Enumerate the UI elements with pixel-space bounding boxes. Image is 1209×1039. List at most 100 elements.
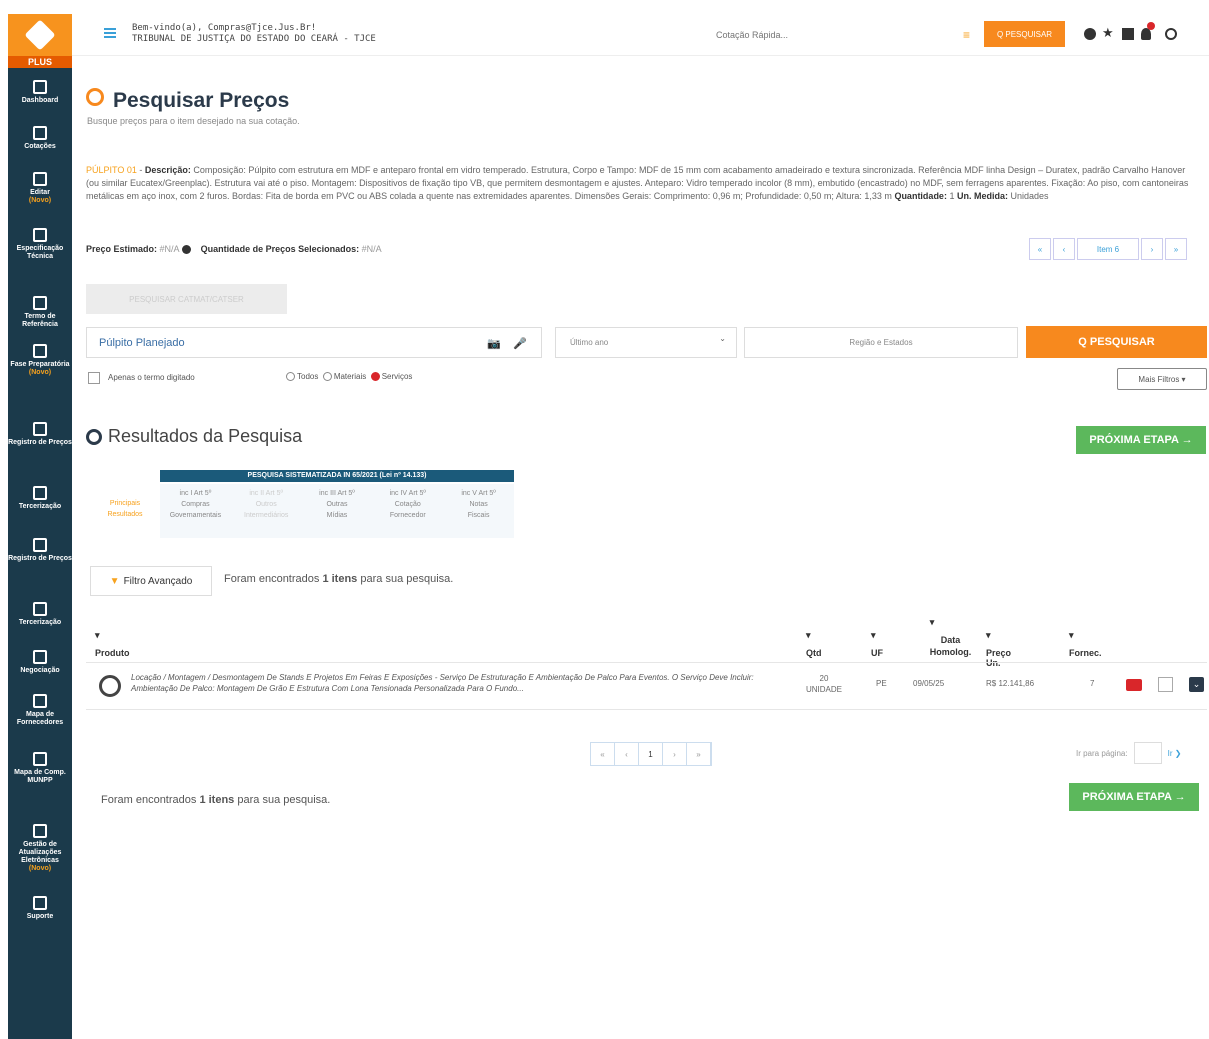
sidebar-item-icon <box>33 228 47 242</box>
next-page-button[interactable]: › <box>663 743 687 765</box>
sidebar-item[interactable]: Mapa de Comp. MUNPP <box>8 752 72 785</box>
found-suffix: para sua pesquisa. <box>237 794 331 806</box>
col-produto[interactable]: Produto ▾ <box>95 630 130 658</box>
found-count: 1 itens <box>199 794 235 806</box>
sidebar-item[interactable]: Editar (Novo) <box>8 172 72 205</box>
filter-icon: ▼ <box>109 575 120 587</box>
sistem-col-3[interactable]: inc III Art 5º Outras Mídias <box>302 484 373 538</box>
next-step-button-top[interactable]: PRÓXIMA ETAPA → <box>1076 426 1206 454</box>
page-number-input[interactable] <box>1133 742 1162 764</box>
logo-icon <box>24 19 56 51</box>
col-data[interactable]: Data Homolog. ▾ <box>908 616 972 657</box>
logo[interactable] <box>8 14 72 56</box>
region-select[interactable]: Região e Estados <box>744 327 1018 358</box>
prev-page-button[interactable]: ‹ <box>615 743 639 765</box>
remove-icon[interactable] <box>1126 679 1142 691</box>
cotacao-rapida-input[interactable] <box>710 24 960 46</box>
sidebar-item[interactable]: Especificação Técnica <box>8 228 72 261</box>
sidebar-item-icon <box>33 824 47 838</box>
radio-todos[interactable] <box>286 372 295 382</box>
plus-badge: PLUS <box>8 56 72 68</box>
more-filters-button[interactable]: Mais Filtros ▾ <box>1117 368 1207 390</box>
col-uf[interactable]: UF ▾ <box>871 630 883 658</box>
star-icon[interactable]: ★ <box>1102 25 1114 40</box>
sidebar-item[interactable]: Tercerização <box>8 486 72 511</box>
first-item-button[interactable]: « <box>1029 238 1051 260</box>
go-button[interactable]: Ir ❯ <box>1168 749 1182 758</box>
top-search-button[interactable]: Q PESQUISAR <box>984 21 1065 47</box>
sidebar-item-label: Registro de Preços <box>8 439 72 446</box>
topbar: Bem-vindo(a), Compras@Tjce.Jus.Br! TRIBU… <box>72 14 1209 56</box>
sistem-col-5[interactable]: inc V Art 5º Notas Fiscais <box>443 484 514 538</box>
price-summary: Preço Estimado: #N/A Quantidade de Preço… <box>86 244 382 255</box>
unit-value: Unidades <box>1010 191 1049 201</box>
found-prefix: Foram encontrados <box>101 794 197 806</box>
found-count-bottom: Foram encontrados 1 itens para sua pesqu… <box>101 794 330 806</box>
radio-servicos[interactable] <box>370 372 380 382</box>
row-checkbox[interactable] <box>1158 677 1173 692</box>
sidebar-item[interactable]: Suporte <box>8 896 72 921</box>
col-fornec[interactable]: Fornec. ▾ <box>1069 630 1102 658</box>
prev-item-button[interactable]: ‹ <box>1053 238 1075 260</box>
radio-materiais[interactable] <box>322 372 332 382</box>
current-page[interactable]: 1 <box>639 743 663 765</box>
info-icon[interactable] <box>181 245 191 255</box>
item-pager: « ‹ Item 6 › » <box>1029 238 1187 260</box>
catmat-search-button[interactable]: PESQUISAR CATMAT/CATSER <box>86 284 287 314</box>
last-page-button[interactable]: » <box>687 743 711 765</box>
sidebar-item-label: Gestão de Atualizações Eletrônicas <box>18 841 62 864</box>
search-options: Apenas o termo digitado Todos Materiais … <box>86 368 1207 390</box>
next-step-button-bottom[interactable]: PRÓXIMA ETAPA → <box>1069 783 1199 811</box>
sidebar-item-icon <box>33 694 47 708</box>
welcome-org: TRIBUNAL DE JUSTIÇA DO ESTADO DO CEARÁ -… <box>132 34 376 44</box>
sistem-col-4[interactable]: inc IV Art 5º Cotação Fornecedor <box>372 484 443 538</box>
sidebar-item[interactable]: Fase Preparatória (Novo) <box>8 344 72 377</box>
sistem-col-1[interactable]: inc I Art 5º Compras Governamentais <box>160 484 231 538</box>
sidebar-item[interactable]: Gestão de Atualizações Eletrônicas (Novo) <box>8 824 72 873</box>
globe-icon[interactable] <box>1084 28 1096 40</box>
col-qtd[interactable]: Qtd ▾ <box>806 630 822 658</box>
sidebar-item[interactable]: Negociação <box>8 650 72 675</box>
last-item-button[interactable]: » <box>1165 238 1187 260</box>
table-row[interactable]: Locação / Montagem / Desmontagem De Stan… <box>86 662 1207 710</box>
found-prefix: Foram encontrados <box>224 573 320 585</box>
sidebar-item-label: Cotações <box>24 143 56 150</box>
main-results-label[interactable]: Principais Resultados <box>96 488 154 540</box>
camera-mic-icons[interactable]: 📷 🎤 <box>487 337 527 350</box>
sidebar-item-icon <box>33 650 47 664</box>
sidebar-item[interactable]: Termo de Referência <box>8 296 72 329</box>
sidebar-item[interactable]: Registro de Preços <box>8 422 72 447</box>
expand-icon[interactable]: ⌄ <box>1189 677 1204 692</box>
list-icon[interactable]: ≡ <box>963 28 970 42</box>
advanced-filter-button[interactable]: ▼ Filtro Avançado <box>90 566 212 596</box>
row-preco: R$ 12.141,86 <box>986 679 1035 688</box>
radio-servicos-label: Serviços <box>381 372 413 381</box>
sidebar-item-new-badge: (Novo) <box>28 369 52 376</box>
sistem-col-2[interactable]: inc II Art 5º Outros Intermediários <box>231 484 302 538</box>
estimated-price-value: #N/A <box>159 244 180 254</box>
row-fornec: 7 <box>1090 679 1095 688</box>
sidebar-item[interactable]: Tercerização <box>8 602 72 627</box>
sidebar-item-icon <box>33 172 47 186</box>
search-button[interactable]: Q PESQUISAR <box>1026 326 1207 358</box>
document-icon[interactable] <box>1122 28 1134 40</box>
col-preco[interactable]: Preço Un. ▾ <box>986 630 1011 668</box>
first-page-button[interactable]: « <box>591 743 615 765</box>
sidebar-item-icon <box>33 896 47 910</box>
sidebar-item-label: Suporte <box>26 913 54 920</box>
menu-icon[interactable] <box>104 28 116 38</box>
user-icon[interactable] <box>1165 28 1177 40</box>
search-input[interactable]: Púlpito Planejado 📷 🎤 <box>86 327 542 358</box>
sidebar-item[interactable]: Cotações <box>8 126 72 151</box>
year-select[interactable]: Último ano <box>555 327 737 358</box>
page-title: Pesquisar Preços <box>113 89 290 112</box>
sidebar-item[interactable]: Mapa de Fornecedores <box>8 694 72 727</box>
sidebar-item[interactable]: Dashboard <box>8 80 72 105</box>
select-row-icon[interactable] <box>99 675 121 697</box>
next-item-button[interactable]: › <box>1141 238 1163 260</box>
sidebar-item[interactable]: Registro de Preços <box>8 538 72 563</box>
only-term-checkbox[interactable] <box>88 372 100 384</box>
sidebar-item-label: Negociação <box>20 667 60 674</box>
sidebar-item-label: Fase Preparatória <box>10 361 70 368</box>
estimated-price-label: Preço Estimado: <box>86 244 158 254</box>
